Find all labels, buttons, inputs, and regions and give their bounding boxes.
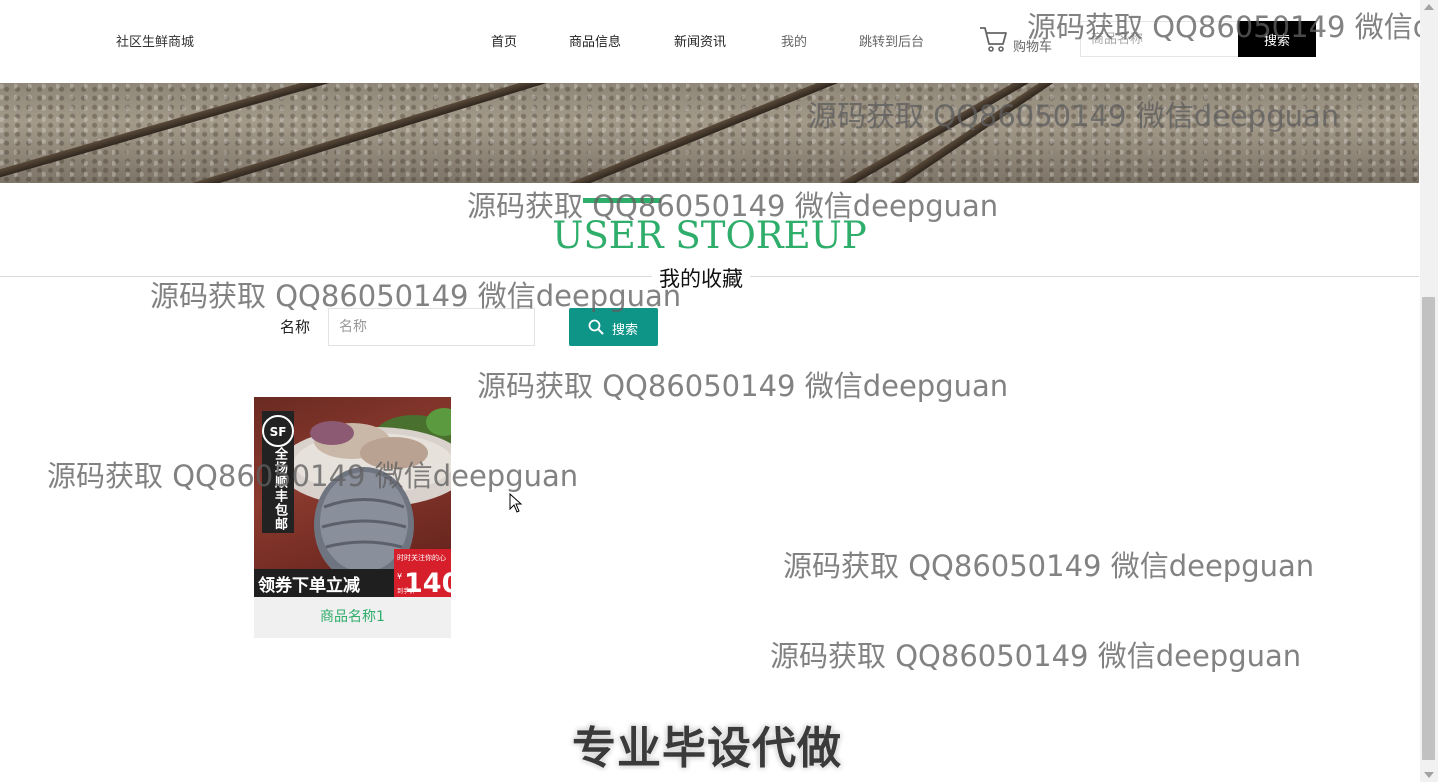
filter-search-label: 搜索	[612, 323, 639, 338]
scroll-up-arrow-icon[interactable]	[1424, 4, 1434, 10]
nav-item-admin[interactable]: 跳转到后台	[859, 31, 924, 50]
promo-note: 时时关注你的心	[397, 553, 446, 562]
cart-link[interactable]: 购物车	[979, 25, 1059, 55]
nav-item-products[interactable]: 商品信息	[569, 31, 621, 50]
rail-line	[877, 83, 1131, 183]
top-header: 社区生鲜商城 首页 商品信息 新闻资讯 我的 跳转到后台 购物车 搜索	[0, 0, 1420, 83]
footer-watermark: 专业毕设代做	[572, 723, 842, 774]
title-accent-bar	[583, 198, 661, 203]
product-name[interactable]: 商品名称1	[254, 597, 451, 638]
filter-name-input[interactable]	[328, 308, 535, 346]
currency-symbol: ¥	[397, 572, 402, 581]
cart-label: 购物车	[1013, 40, 1053, 55]
rail-line	[158, 83, 659, 183]
page: 社区生鲜商城 首页 商品信息 新闻资讯 我的 跳转到后台 购物车 搜索 USER…	[0, 0, 1420, 782]
rail-line	[0, 83, 385, 183]
scrollbar-thumb[interactable]	[1422, 297, 1435, 760]
shipping-badge-text: 全场顺丰包邮	[272, 447, 287, 531]
site-brand[interactable]: 社区生鲜商城	[116, 31, 194, 50]
section-title-cn: 我的收藏	[652, 263, 750, 293]
sf-logo-text: SF	[270, 425, 287, 439]
product-card[interactable]: SF 领券下单立减 时时关注你的心 ¥ 到手价 140 全场顺丰包邮 商品名称1	[254, 397, 451, 638]
filter-search-button[interactable]: 搜索	[569, 308, 658, 346]
rail-line	[558, 83, 859, 183]
header-search-input[interactable]	[1080, 21, 1238, 57]
watermark-text: 源码获取 QQ86050149 微信deepguan	[477, 369, 1009, 403]
nav-item-news[interactable]: 新闻资讯	[674, 31, 726, 50]
header-search-button[interactable]: 搜索	[1238, 21, 1316, 57]
watermark-text: 源码获取 QQ86050149 微信deepguan	[770, 639, 1302, 673]
watermark-text: 源码获取 QQ86050149 微信deepguan	[783, 549, 1315, 583]
scroll-down-arrow-icon[interactable]	[1424, 772, 1434, 778]
price-text: 140	[404, 568, 451, 597]
promo-text: 领券下单立减	[258, 575, 360, 596]
cart-icon	[980, 27, 1007, 52]
mouse-cursor-icon	[509, 493, 523, 513]
nav-item-home[interactable]: 首页	[491, 31, 517, 50]
page-scrollbar[interactable]	[1420, 0, 1438, 782]
banner-image	[0, 83, 1419, 183]
search-icon	[588, 319, 604, 335]
nav-item-mine[interactable]: 我的	[781, 31, 807, 50]
product-image: SF 领券下单立减 时时关注你的心 ¥ 到手价 140 全场顺丰包邮	[254, 397, 451, 597]
section-title-en: USER STOREUP	[552, 214, 867, 257]
filter-name-label: 名称	[280, 318, 311, 336]
